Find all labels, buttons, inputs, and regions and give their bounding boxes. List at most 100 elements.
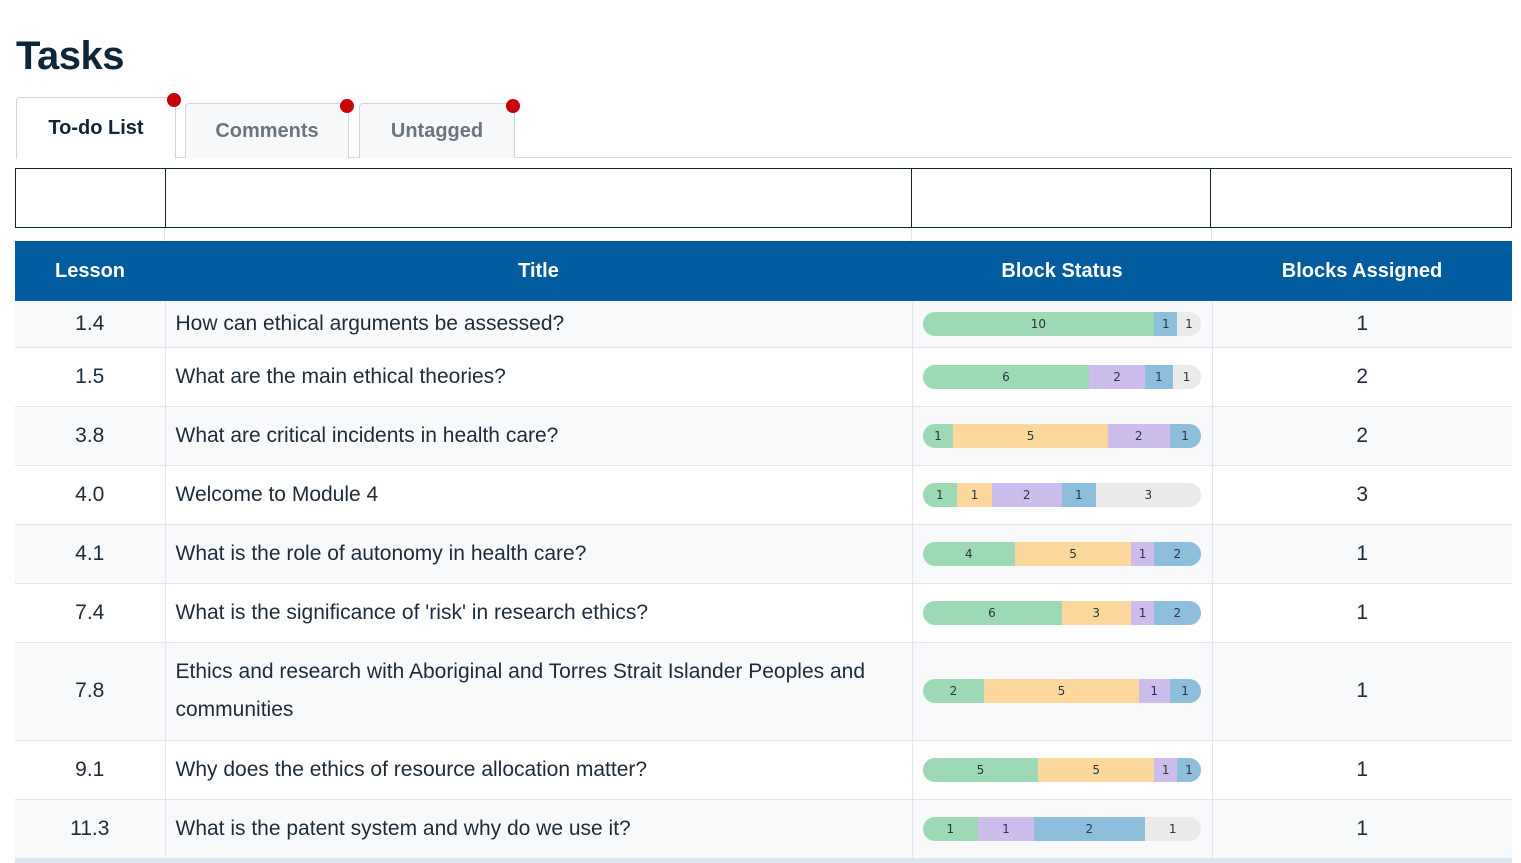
- block-status-bar: 1521: [922, 423, 1201, 448]
- tab-todo-list[interactable]: To-do List: [16, 93, 181, 159]
- table-row[interactable]: 1.4 How can ethical arguments be assessed…: [15, 301, 1512, 348]
- block-status-bar: 4512: [922, 541, 1201, 566]
- status-segment-green: 2: [922, 679, 985, 703]
- block-status-bar: 10 1 1: [922, 311, 1201, 336]
- status-segment-orange: 5: [953, 423, 1108, 448]
- status-segment-green: 4: [922, 541, 1016, 566]
- status-segment-blue: 2: [1033, 816, 1145, 841]
- blocks-assigned-cell: 2: [1212, 347, 1512, 407]
- lesson-cell: 3.8: [15, 406, 166, 466]
- block-status-cell: 10 1 1: [912, 301, 1213, 348]
- block-status-cell: 1121: [912, 799, 1213, 859]
- lesson-cell: 4.1: [15, 524, 166, 584]
- block-status-cell: 6211: [912, 347, 1213, 407]
- status-segment-gray: 1: [1172, 364, 1201, 389]
- tab-bar: To-do List Comments Untagged: [16, 93, 1512, 159]
- status-segment-green: 6: [922, 600, 1062, 625]
- status-segment-blue: 1: [1061, 482, 1097, 507]
- title-column-header[interactable]: Title: [165, 241, 912, 301]
- status-segment-orange: 5: [1015, 541, 1131, 566]
- title-cell[interactable]: Why does the ethics of resource allocati…: [165, 740, 913, 800]
- status-segment-orange: 1: [957, 482, 992, 507]
- status-segment-orange: 5: [984, 679, 1139, 703]
- table-row[interactable]: 9.1 Why does the ethics of resource alloc…: [15, 740, 1512, 800]
- page-title: Tasks: [16, 34, 124, 78]
- filter-row: [15, 168, 1512, 228]
- status-segment-purple: 2: [1089, 364, 1145, 389]
- block-status-cell: 11213: [912, 465, 1213, 525]
- block-status-bar: 11213: [922, 482, 1201, 507]
- lesson-cell: 9.1: [15, 740, 166, 800]
- table-row[interactable]: 1.5 What are the main ethical theories? 6 2…: [15, 347, 1512, 407]
- lesson-column-header[interactable]: Lesson: [15, 241, 165, 301]
- title-cell[interactable]: What are the main ethical theories?: [165, 347, 913, 407]
- status-segment-purple: 1: [1154, 757, 1178, 782]
- table-row[interactable]: 4.1 What is the role of autonomy in healt…: [15, 524, 1512, 584]
- blocks-assigned-cell: 2: [1212, 406, 1512, 466]
- block-status-column-header[interactable]: Block Status: [912, 241, 1212, 301]
- lesson-cell: 1.4: [15, 301, 166, 348]
- table-row[interactable]: 11.3 What is the patent system and why do…: [15, 799, 1512, 859]
- title-cell[interactable]: What is the significance of 'risk' in re…: [165, 583, 913, 643]
- table-row[interactable]: 7.8 Ethics and research with Aboriginal a…: [15, 642, 1512, 741]
- blocks-assigned-column-header[interactable]: Blocks Assigned: [1212, 241, 1512, 301]
- table-row[interactable]: 4.0 Welcome to Module 4112133: [15, 465, 1512, 525]
- status-segment-green: 6: [922, 364, 1090, 389]
- status-segment-green: 5: [922, 757, 1039, 782]
- block-status-bar: 1121: [922, 816, 1201, 841]
- lesson-cell: 11.3: [15, 799, 166, 859]
- status-segment-green: 1: [922, 423, 954, 448]
- table-row[interactable]: 3.8 What are critical incidents in health…: [15, 406, 1512, 466]
- status-segment-blue: 1: [1169, 679, 1201, 703]
- blocks-assigned-cell: 1: [1212, 740, 1512, 800]
- status-segment-gray: 1: [1144, 816, 1201, 841]
- status-segment-purple: 2: [992, 482, 1062, 507]
- lesson-cell: 4.0: [15, 465, 166, 525]
- status-segment-blue: 1: [1169, 423, 1201, 448]
- status-segment-blue: 2: [1154, 541, 1201, 566]
- block-status-cell: 1521: [912, 406, 1213, 466]
- title-cell[interactable]: How can ethical arguments be assessed?: [165, 301, 913, 348]
- table-body: 1.4 How can ethical arguments be assessed…: [15, 301, 1512, 859]
- block-status-cell: 5511: [912, 740, 1213, 800]
- title-cell[interactable]: Ethics and research with Aboriginal and …: [165, 642, 913, 741]
- status-segment-gray: 1: [1177, 311, 1201, 336]
- status-segment-green: 1: [922, 816, 979, 841]
- status-segment-purple: 1: [978, 816, 1034, 841]
- title-cell[interactable]: What are critical incidents in health ca…: [165, 406, 913, 466]
- blocks-assigned-cell: 1: [1212, 642, 1512, 741]
- table-row[interactable]: 7.4 What is the significance of 'risk' in…: [15, 583, 1512, 643]
- filter-spacer: [15, 228, 1512, 241]
- status-segment-orange: 5: [1038, 757, 1155, 782]
- tab-label: Untagged: [390, 119, 484, 142]
- block-status-bar: 6211: [922, 364, 1201, 389]
- blocks-assigned-cell: 3: [1212, 465, 1512, 525]
- blocks-assigned-cell: 1: [1212, 301, 1512, 348]
- block-status-filter-input[interactable]: [912, 169, 1212, 227]
- tasks-table: Lesson Title Block Status Blocks Assigne…: [15, 241, 1512, 859]
- block-status-bar: 6312: [922, 600, 1201, 625]
- table-header-row: Lesson Title Block Status Blocks Assigne…: [15, 241, 1512, 301]
- tab-comments[interactable]: Comments: [185, 99, 354, 158]
- blocks-assigned-filter-input[interactable]: [1211, 169, 1511, 227]
- blocks-assigned-cell: 1: [1212, 799, 1512, 859]
- status-segment-purple: 1: [1138, 679, 1170, 703]
- title-cell[interactable]: What is the role of autonomy in health c…: [165, 524, 913, 584]
- status-segment-orange: 3: [1061, 600, 1131, 625]
- lesson-cell: 7.4: [15, 583, 166, 643]
- notification-dot-icon: [167, 93, 181, 107]
- title-cell[interactable]: What is the patent system and why do we …: [165, 799, 913, 859]
- title-cell[interactable]: Welcome to Module 4: [165, 465, 913, 525]
- lesson-filter-input[interactable]: [16, 169, 166, 227]
- status-segment-blue: 1: [1177, 757, 1201, 782]
- block-status-cell: 6312: [912, 583, 1213, 643]
- tab-label: To-do List: [48, 117, 144, 139]
- tab-untagged[interactable]: Untagged: [359, 99, 520, 158]
- notification-dot-icon: [506, 99, 520, 113]
- title-filter-input[interactable]: [166, 169, 912, 227]
- block-status-cell: 4512: [912, 524, 1213, 584]
- status-segment-purple: 2: [1107, 423, 1170, 448]
- tab-label: Comments: [215, 119, 319, 142]
- status-segment-purple: 1: [1131, 541, 1155, 566]
- status-segment-blue: 1: [1154, 311, 1178, 336]
